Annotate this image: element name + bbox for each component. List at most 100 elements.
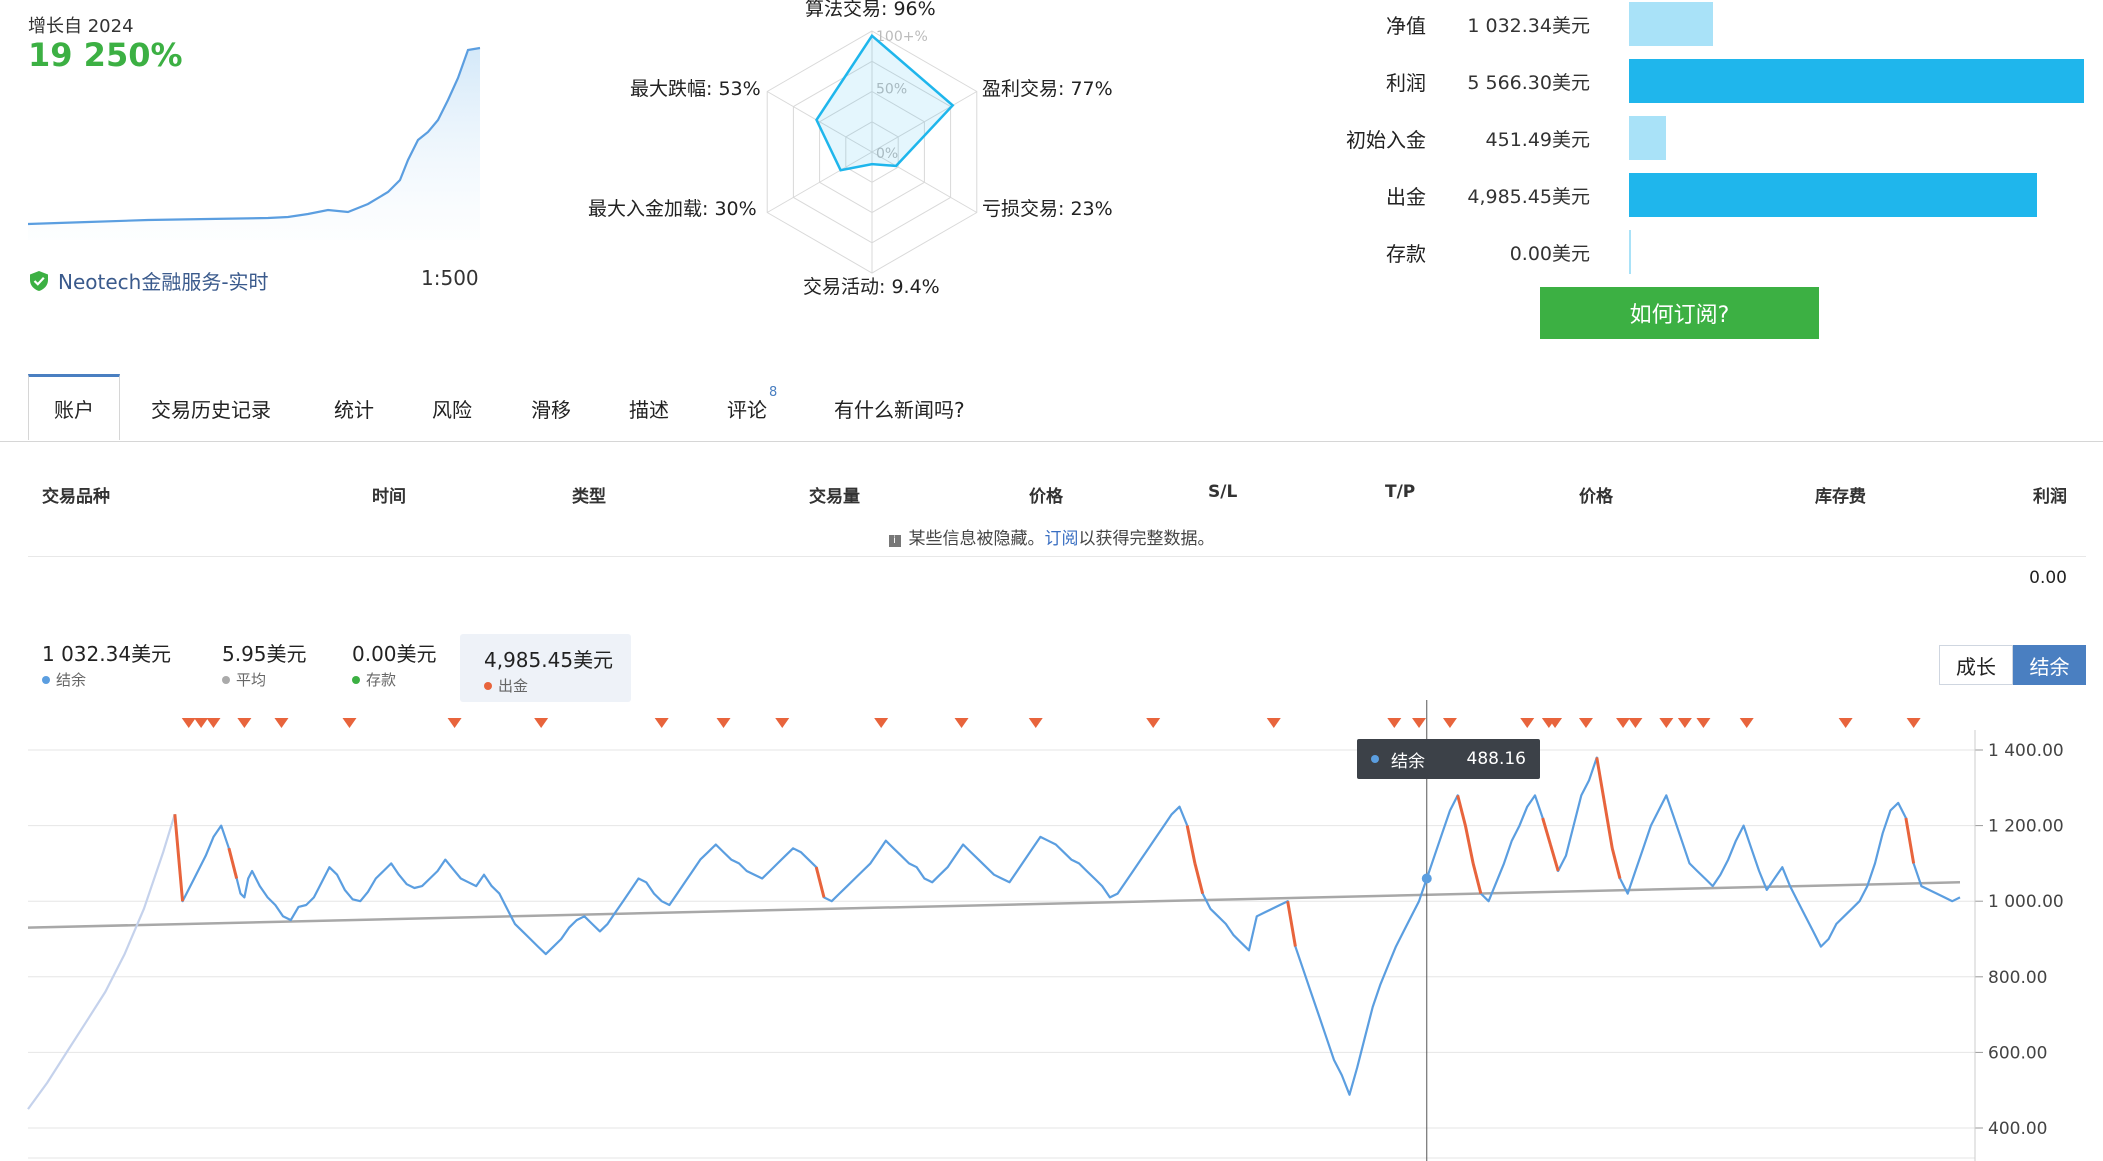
- stat-deposits-value: 0.00美元: [352, 642, 437, 666]
- col-header-price[interactable]: 价格: [1029, 482, 1063, 507]
- balance-line: [27, 756, 1961, 1110]
- stat-balance[interactable]: 1 032.34美元 结余: [42, 638, 171, 702]
- withdrawal-drop-14: [1904, 817, 1916, 864]
- stat-average-label: 平均: [236, 671, 267, 689]
- withdrawal-marker-12: [954, 718, 969, 728]
- summary-bar-initial-deposit: [1629, 116, 1666, 160]
- how-to-subscribe-button[interactable]: 如何订阅?: [1540, 287, 1819, 339]
- stat-average-value: 5.95美元: [222, 642, 307, 666]
- withdrawal-dot-icon: [484, 681, 492, 690]
- chart-grid: [28, 749, 1975, 1159]
- withdrawal-marker-24: [1628, 718, 1643, 728]
- stat-deposits-label: 存款: [366, 671, 397, 689]
- withdrawal-marker-14: [1146, 718, 1161, 728]
- col-header-swap[interactable]: 库存费: [1815, 482, 1866, 507]
- withdrawal-marker-23: [1616, 718, 1631, 728]
- withdrawal-drop-4: [1193, 863, 1205, 895]
- withdrawal-drop-6: [1456, 794, 1467, 826]
- tab-reviews[interactable]: 评论 8: [727, 376, 777, 440]
- col-header-time[interactable]: 时间: [372, 482, 406, 507]
- toggle-balance[interactable]: 结余: [2013, 645, 2086, 685]
- summary-value-withdrawal: 4,985.45美元: [1467, 186, 1590, 208]
- summary-bar-profit: [1629, 59, 2084, 103]
- col-header-symbol[interactable]: 交易品种: [42, 482, 110, 507]
- withdrawal-marker-16: [1387, 718, 1402, 728]
- withdrawal-marker-3: [237, 718, 252, 728]
- growth-since-label: 增长自 2024: [28, 16, 134, 37]
- withdrawal-drop-13: [1610, 847, 1622, 879]
- summary-value-initial-deposit: 451.49美元: [1485, 129, 1590, 151]
- balance-dot-icon: [42, 675, 50, 684]
- tab-reviews-label: 评论: [727, 397, 767, 422]
- col-header-volume[interactable]: 交易量: [809, 482, 860, 507]
- summary-label-withdrawal: 出金: [1386, 185, 1426, 209]
- withdrawal-marker-4: [274, 718, 289, 728]
- radar-label-algo: 算法交易: 96%: [805, 0, 936, 20]
- withdrawal-drop-3: [1185, 825, 1197, 864]
- tab-news[interactable]: 有什么新闻吗?: [834, 376, 965, 440]
- summary-value-deposits: 0.00美元: [1509, 243, 1590, 265]
- y-tick-label-4: 600.00: [1988, 1043, 2047, 1063]
- withdrawal-marker-13: [1028, 718, 1043, 728]
- tooltip-dot-icon: [1371, 755, 1379, 763]
- col-header-tp[interactable]: T/P: [1385, 482, 1415, 502]
- tab-trade-history[interactable]: 交易历史记录: [151, 376, 271, 440]
- withdrawal-drop-1: [227, 847, 239, 879]
- balance-chart[interactable]: 1 400.00 1 200.00 1 000.00 800.00 600.00 400.…: [0, 700, 2103, 1161]
- withdrawal-marker-22: [1578, 718, 1593, 728]
- broker-name[interactable]: Neotech金融服务-实时: [58, 266, 269, 295]
- table-total-profit: 0.00: [2029, 568, 2067, 588]
- stat-deposits[interactable]: 0.00美元 存款: [352, 638, 437, 702]
- tab-risks[interactable]: 风险: [432, 376, 472, 440]
- summary-label-deposits: 存款: [1386, 242, 1426, 266]
- stat-withdrawal-value: 4,985.45美元: [484, 648, 614, 672]
- tooltip-label: 结余: [1391, 751, 1425, 772]
- withdrawal-marker-30: [1906, 718, 1921, 728]
- radar-polygon: [815, 33, 955, 172]
- withdrawal-drop-7: [1463, 825, 1475, 864]
- withdrawal-marker-17: [1412, 718, 1427, 728]
- summary-bar-deposits: [1629, 230, 1631, 274]
- tab-account[interactable]: 账户: [28, 374, 120, 440]
- withdrawal-markers: [181, 718, 1921, 728]
- col-header-close-price[interactable]: 价格: [1579, 482, 1613, 507]
- tab-reviews-count-badge: 8: [769, 384, 778, 400]
- y-tick-label-2: 1 000.00: [1988, 892, 2064, 912]
- average-dot-icon: [222, 675, 230, 684]
- withdrawal-drop-5: [1286, 900, 1297, 947]
- balance-series-line: [173, 756, 1961, 1096]
- withdrawal-drop-0: [173, 814, 185, 902]
- withdrawal-marker-29: [1838, 718, 1853, 728]
- toggle-growth[interactable]: 成长: [1939, 645, 2013, 685]
- stat-withdrawal-label: 出金: [498, 677, 529, 695]
- tab-statistics[interactable]: 统计: [334, 376, 374, 440]
- stat-balance-value: 1 032.34美元: [42, 642, 172, 666]
- broker-link[interactable]: Neotech金融服务-实时: [28, 266, 269, 295]
- stat-withdrawal[interactable]: 4,985.45美元 出金: [460, 634, 631, 702]
- subscribe-link[interactable]: 订阅: [1045, 529, 1079, 549]
- radar-shape: [815, 33, 955, 172]
- summary-bar-withdrawal: [1629, 173, 2037, 217]
- withdrawal-drop-2: [814, 866, 826, 898]
- tab-description[interactable]: 描述: [629, 376, 669, 440]
- withdrawal-marker-19: [1520, 718, 1535, 728]
- radar-label-loss-trades: 亏损交易: 23%: [982, 198, 1113, 220]
- deposits-dot-icon: [352, 675, 360, 684]
- y-tick-label-3: 800.00: [1988, 968, 2047, 988]
- stat-average[interactable]: 5.95美元 平均: [222, 638, 307, 702]
- summary-label-profit: 利润: [1386, 71, 1426, 95]
- tooltip-value: 488.16: [1466, 749, 1526, 769]
- withdrawal-marker-0: [181, 718, 196, 728]
- col-header-sl[interactable]: S/L: [1208, 482, 1237, 502]
- withdrawal-drop-8: [1471, 863, 1483, 895]
- withdrawal-drop-11: [1595, 757, 1606, 804]
- withdrawal-marker-6: [447, 718, 462, 728]
- summary-bar-equity: [1629, 2, 1714, 46]
- col-header-profit[interactable]: 利润: [2033, 482, 2067, 507]
- tab-slippage[interactable]: 滑移: [531, 376, 571, 440]
- withdrawal-marker-11: [874, 718, 889, 728]
- radar-label-profit-trades: 盈利交易: 77%: [982, 78, 1113, 100]
- withdrawal-marker-28: [1739, 718, 1754, 728]
- col-header-type[interactable]: 类型: [572, 482, 606, 507]
- withdrawal-drop-9: [1541, 817, 1552, 845]
